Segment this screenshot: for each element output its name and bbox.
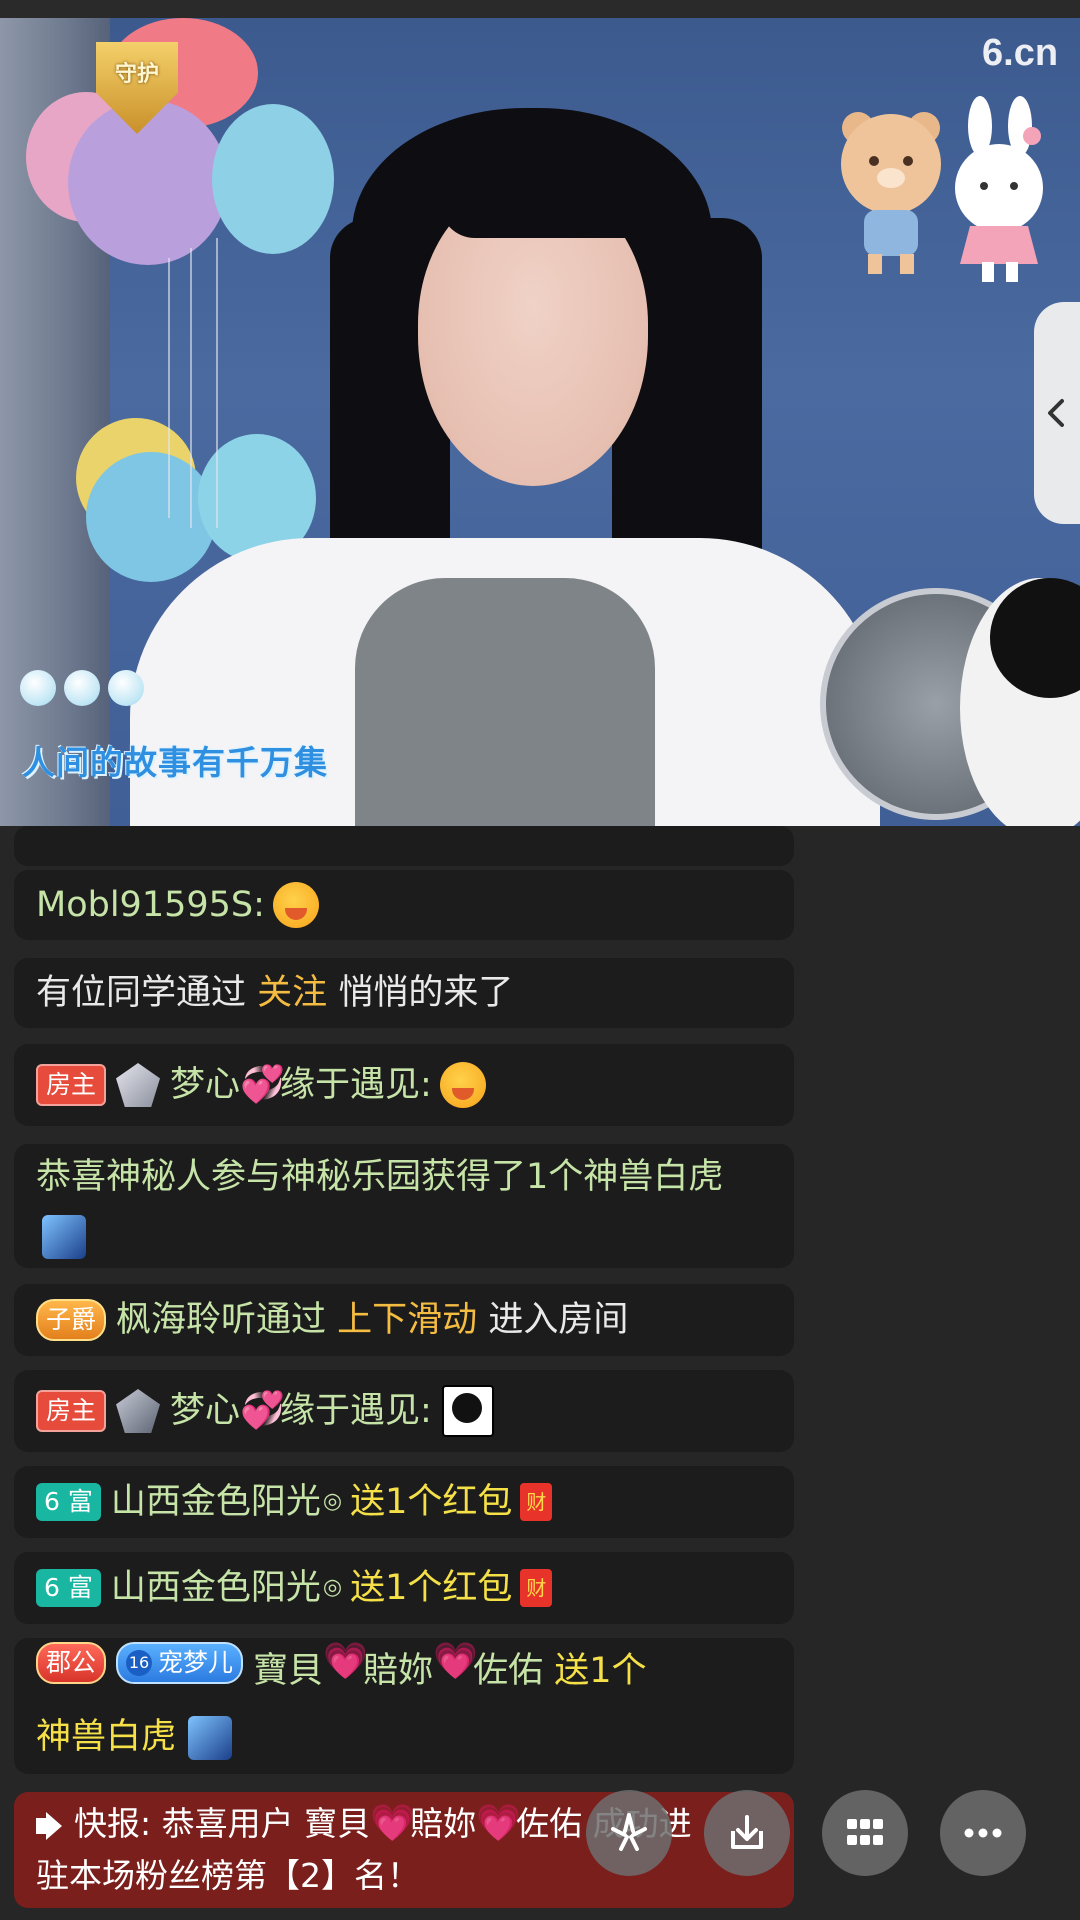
chat-username[interactable]: 賠妳 (363, 1642, 433, 1700)
speaker-icon (36, 1812, 66, 1840)
chat-message[interactable]: 郡公 16 宠梦儿 寶貝 💗 賠妳 💗 佐佑 送1个 神兽白虎 (14, 1638, 794, 1774)
chat-message[interactable]: 恭喜神秘人参与神秘乐园获得了1个神兽 白虎 (14, 1144, 794, 1268)
chat-username[interactable]: 山西金色阳光 (111, 1473, 321, 1531)
duke-badge: 郡公 (36, 1642, 107, 1684)
chat-username[interactable]: Mobl91595S: (36, 876, 265, 934)
balloon-string (168, 258, 170, 518)
emoji-icon (272, 882, 319, 928)
download-icon (731, 1815, 763, 1849)
broadcast-text: 驻本场粉丝榜第【2】名！ (36, 1856, 420, 1895)
white-tiger-gift-icon (42, 1215, 86, 1259)
host-badge: 房主 (36, 1064, 107, 1106)
chevron-left-icon (1048, 399, 1064, 427)
chat-text: 有位同学通过 (36, 973, 247, 1013)
menu-grid-button[interactable] (822, 1790, 908, 1876)
balloon (86, 452, 216, 582)
balloon (68, 100, 228, 265)
chat-message[interactable]: 房主 梦心 💞 缘于遇见: (14, 1044, 794, 1126)
fan-club-badge: 16 宠梦儿 (116, 1642, 244, 1684)
chat-message[interactable]: 有位同学通过 关注 悄悄的来了 (14, 958, 794, 1028)
follow-link[interactable]: 关注 (257, 964, 327, 1022)
gift-action: 送1个红包 (350, 1568, 513, 1608)
broadcast-text: 賠妳 (410, 1804, 477, 1843)
heart-icon: 💗 (323, 1641, 368, 1682)
chat-message[interactable]: Mobl91595S: (14, 870, 794, 940)
red-packet-icon: 财 (520, 1483, 553, 1521)
red-packet-icon: 财 (520, 1569, 553, 1607)
share-button[interactable] (586, 1790, 672, 1876)
side-panel-toggle[interactable] (1034, 302, 1080, 524)
status-bar (0, 0, 1080, 18)
chat-text: 进入房间 (488, 1300, 629, 1340)
bear-sticker (841, 112, 941, 274)
grid-icon (847, 1819, 883, 1845)
chat-message-partial (14, 826, 794, 866)
rank-icon (116, 1063, 161, 1107)
ring-icon: ◎ (322, 1489, 343, 1514)
chat-username[interactable]: 佐佑 (473, 1642, 543, 1700)
chat-username[interactable]: 缘于遇见: (280, 1056, 432, 1114)
chat-message[interactable]: 6 富 山西金色阳光 ◎ 送1个红包 财 (14, 1552, 794, 1624)
chat-username[interactable]: 枫海聆听通过 (116, 1291, 326, 1349)
fan-level: 16 (126, 1650, 153, 1676)
heart-icon: 💞 (240, 1064, 285, 1105)
swipe-link[interactable]: 上下滑动 (337, 1291, 477, 1349)
more-button[interactable] (940, 1790, 1026, 1876)
ring-icon: ◎ (322, 1575, 343, 1600)
heart-icon: 💗 (476, 1803, 521, 1844)
gift-action: 送1个 (554, 1651, 647, 1691)
chat-username[interactable]: 缘于遇见: (280, 1382, 432, 1440)
viscount-badge: 子爵 (36, 1299, 107, 1341)
heart-icon: 💗 (433, 1641, 478, 1682)
broadcast-banner[interactable]: 快报: 恭喜用户 寶貝💗賠妳💗佐佑 成功进 驻本场粉丝榜第【2】名！ (14, 1792, 794, 1908)
system-notice: 白虎 (653, 1157, 724, 1197)
more-icon (964, 1828, 1002, 1838)
system-notice: 恭喜神秘人参与神秘乐园获得了1个神兽 (36, 1157, 654, 1197)
lyric-overlay: 人间的故事有千万集 (22, 743, 328, 782)
bunny-sticker (955, 96, 1043, 282)
white-tiger-gift-icon (188, 1716, 233, 1760)
gift-name-text: 神兽白虎 (36, 1717, 177, 1757)
chat-username[interactable]: 寶貝 (253, 1642, 323, 1700)
chat-message[interactable]: 房主 梦心 💞 缘于遇见: (14, 1370, 794, 1452)
live-video[interactable]: 守护 6.cn 人间的故事有千万集 (0, 18, 1080, 826)
emoji-icon (439, 1062, 486, 1108)
heart-icon: 💞 (240, 1390, 285, 1431)
share-icon (611, 1813, 647, 1851)
hair-fringe (440, 168, 630, 238)
comic-sticker-icon (441, 1385, 494, 1437)
host-badge: 房主 (36, 1390, 107, 1432)
chat-username[interactable]: 梦心 (170, 1382, 240, 1440)
loading-dots (20, 670, 144, 706)
gift-action: 送1个红包 (350, 1482, 513, 1522)
chat-message[interactable]: 6 富 山西金色阳光 ◎ 送1个红包 财 (14, 1466, 794, 1538)
chat-username[interactable]: 梦心 (170, 1056, 240, 1114)
fan-club-name: 宠梦儿 (158, 1648, 234, 1677)
watermark-logo: 6.cn (982, 32, 1059, 74)
chat-username[interactable]: 山西金色阳光 (111, 1559, 321, 1617)
wealth-badge: 6 富 (36, 1569, 101, 1607)
heart-icon: 💗 (370, 1803, 415, 1844)
rank-icon (116, 1389, 161, 1433)
chat-message[interactable]: 子爵 枫海聆听通过 上下滑动 进入房间 (14, 1284, 794, 1356)
chat-text: 悄悄的来了 (338, 973, 514, 1013)
balloon-string (190, 248, 192, 528)
gift-name: 神兽白虎 (36, 1708, 772, 1766)
balloon (212, 104, 334, 254)
download-button[interactable] (704, 1790, 790, 1876)
broadcast-text: 快报: 恭喜用户 寶貝 (74, 1804, 371, 1843)
chat-list[interactable]: Mobl91595S: 有位同学通过 关注 悄悄的来了 房主 梦心 💞 缘于遇见… (14, 826, 794, 1776)
wealth-badge: 6 富 (36, 1483, 101, 1521)
balloon-string (216, 238, 218, 528)
sweater (355, 578, 655, 826)
